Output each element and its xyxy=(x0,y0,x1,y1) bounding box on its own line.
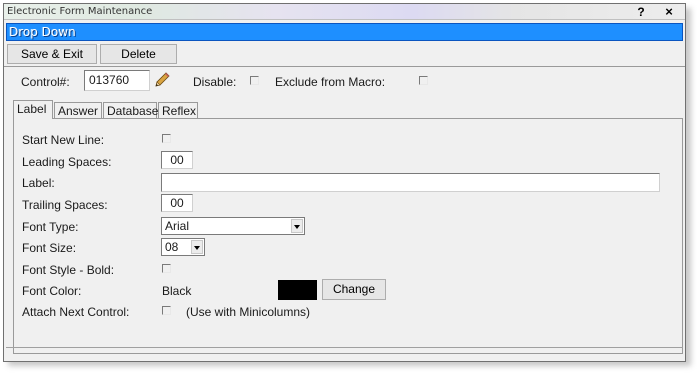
font-size-value: 08 xyxy=(165,240,179,254)
chevron-down-icon[interactable] xyxy=(291,219,303,233)
font-color-label: Font Color: xyxy=(22,284,82,298)
disable-label: Disable: xyxy=(193,75,237,89)
start-new-line-checkbox[interactable] xyxy=(162,134,171,143)
window-title: Electronic Form Maintenance xyxy=(7,6,153,17)
exclude-macro-checkbox[interactable] xyxy=(419,76,428,85)
font-bold-checkbox[interactable] xyxy=(162,264,171,273)
leading-spaces-field[interactable]: 00 xyxy=(161,151,193,169)
delete-button[interactable]: Delete xyxy=(100,44,177,64)
label-tab-panel: Start New Line: Leading Spaces: 00 Label… xyxy=(13,118,683,354)
exclude-macro-label: Exclude from Macro: xyxy=(275,75,386,89)
font-type-label: Font Type: xyxy=(22,220,79,234)
close-button[interactable]: × xyxy=(660,4,678,20)
start-new-line-label: Start New Line: xyxy=(22,133,105,147)
control-number-label: Control#: xyxy=(21,75,70,89)
form-maintenance-window: Electronic Form Maintenance ? × Drop Dow… xyxy=(3,3,686,362)
chevron-down-icon[interactable] xyxy=(191,240,203,254)
save-exit-button[interactable]: Save & Exit xyxy=(7,44,97,64)
help-button[interactable]: ? xyxy=(632,4,650,20)
trailing-spaces-field[interactable]: 00 xyxy=(161,194,193,212)
label-text-field[interactable] xyxy=(161,173,660,192)
font-size-select[interactable]: 08 xyxy=(161,238,205,256)
tab-answer[interactable]: Answer xyxy=(54,102,102,119)
attach-next-label: Attach Next Control: xyxy=(22,305,130,319)
disable-checkbox[interactable] xyxy=(250,76,259,85)
title-bar: Electronic Form Maintenance ? × xyxy=(4,4,685,20)
trailing-spaces-label: Trailing Spaces: xyxy=(22,198,108,212)
font-color-value: Black xyxy=(162,284,192,298)
leading-spaces-label: Leading Spaces: xyxy=(22,155,112,169)
attach-next-note: (Use with Minicolumns) xyxy=(186,305,311,319)
font-size-label: Font Size: xyxy=(22,241,77,255)
pencil-icon[interactable] xyxy=(153,71,171,89)
label-label: Label: xyxy=(22,176,55,190)
tab-label[interactable]: Label xyxy=(13,100,53,119)
tab-database[interactable]: Database xyxy=(103,102,158,119)
control-type-title: Drop Down xyxy=(9,25,76,39)
tab-reflex[interactable]: Reflex xyxy=(158,102,198,119)
status-bar xyxy=(6,347,683,359)
font-bold-label: Font Style - Bold: xyxy=(22,263,115,277)
control-number-field[interactable]: 013760 xyxy=(84,70,150,91)
font-type-select[interactable]: Arial xyxy=(161,217,305,235)
control-type-header: Drop Down xyxy=(6,23,683,41)
font-color-swatch xyxy=(278,280,317,300)
toolbar: Save & Exit Delete xyxy=(4,43,685,67)
font-type-value: Arial xyxy=(165,219,190,233)
change-color-button[interactable]: Change xyxy=(322,279,386,300)
attach-next-checkbox[interactable] xyxy=(162,306,171,315)
